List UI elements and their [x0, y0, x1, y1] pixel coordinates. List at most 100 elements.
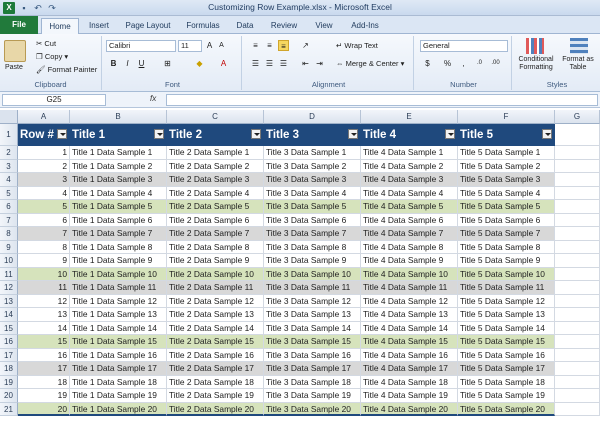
- row-header[interactable]: 13: [0, 294, 18, 308]
- column-header-b[interactable]: B: [70, 110, 167, 124]
- filter-dropdown-icon[interactable]: [445, 129, 455, 139]
- table-cell[interactable]: Title 1 Data Sample 5: [70, 200, 167, 214]
- row-number-cell[interactable]: 16: [18, 348, 70, 362]
- bold-button[interactable]: B: [108, 58, 119, 69]
- cell[interactable]: [555, 375, 600, 389]
- table-header-cell[interactable]: Title 3: [264, 124, 361, 146]
- cell[interactable]: [555, 213, 600, 227]
- function-icon[interactable]: fx: [150, 94, 156, 103]
- table-cell[interactable]: Title 2 Data Sample 1: [167, 146, 264, 160]
- grow-font-icon[interactable]: A: [204, 40, 215, 51]
- row-number-cell[interactable]: 10: [18, 267, 70, 281]
- cell[interactable]: [555, 294, 600, 308]
- table-cell[interactable]: Title 5 Data Sample 11: [458, 281, 555, 295]
- table-cell[interactable]: Title 3 Data Sample 16: [264, 348, 361, 362]
- cell[interactable]: [555, 146, 600, 160]
- tab-home[interactable]: Home: [41, 18, 79, 34]
- table-cell[interactable]: Title 3 Data Sample 3: [264, 173, 361, 187]
- cell[interactable]: [555, 267, 600, 281]
- column-header-c[interactable]: C: [167, 110, 264, 124]
- cell[interactable]: [555, 348, 600, 362]
- cell[interactable]: [555, 321, 600, 335]
- row-number-cell[interactable]: 5: [18, 200, 70, 214]
- table-cell[interactable]: Title 5 Data Sample 1: [458, 146, 555, 160]
- formula-input[interactable]: [166, 94, 598, 106]
- row-number-cell[interactable]: 17: [18, 362, 70, 376]
- row-header[interactable]: 17: [0, 348, 18, 362]
- wrap-text-button[interactable]: ↵ Wrap Text: [336, 41, 378, 50]
- percent-button[interactable]: %: [442, 58, 453, 69]
- number-format-select[interactable]: General: [420, 40, 508, 52]
- paste-button[interactable]: Paste: [5, 64, 23, 71]
- cell[interactable]: [555, 254, 600, 268]
- cell[interactable]: [555, 227, 600, 241]
- filter-dropdown-icon[interactable]: [154, 129, 164, 139]
- table-cell[interactable]: Title 4 Data Sample 17: [361, 362, 458, 376]
- tab-page-layout[interactable]: Page Layout: [120, 18, 176, 34]
- cell[interactable]: [555, 159, 600, 173]
- table-cell[interactable]: Title 5 Data Sample 8: [458, 240, 555, 254]
- italic-button[interactable]: I: [122, 58, 133, 69]
- row-number-cell[interactable]: 4: [18, 186, 70, 200]
- table-cell[interactable]: Title 2 Data Sample 20: [167, 402, 264, 416]
- table-cell[interactable]: Title 5 Data Sample 19: [458, 389, 555, 403]
- table-cell[interactable]: Title 2 Data Sample 18: [167, 375, 264, 389]
- increase-decimal-icon[interactable]: .0: [474, 58, 485, 69]
- row-number-cell[interactable]: 11: [18, 281, 70, 295]
- cell[interactable]: [555, 335, 600, 349]
- table-cell[interactable]: Title 3 Data Sample 12: [264, 294, 361, 308]
- tab-formulas[interactable]: Formulas: [180, 18, 226, 34]
- table-cell[interactable]: Title 5 Data Sample 6: [458, 213, 555, 227]
- table-cell[interactable]: Title 4 Data Sample 20: [361, 402, 458, 416]
- table-header-cell[interactable]: Title 1: [70, 124, 167, 146]
- tab-file[interactable]: File: [0, 16, 38, 34]
- table-cell[interactable]: Title 4 Data Sample 13: [361, 308, 458, 322]
- align-bottom-icon[interactable]: ≡: [278, 40, 289, 51]
- table-cell[interactable]: Title 2 Data Sample 6: [167, 213, 264, 227]
- table-cell[interactable]: Title 2 Data Sample 19: [167, 389, 264, 403]
- row-header[interactable]: 11: [0, 267, 18, 281]
- row-number-cell[interactable]: 9: [18, 254, 70, 268]
- table-cell[interactable]: Title 1 Data Sample 7: [70, 227, 167, 241]
- table-cell[interactable]: Title 1 Data Sample 3: [70, 173, 167, 187]
- table-cell[interactable]: Title 5 Data Sample 16: [458, 348, 555, 362]
- row-number-cell[interactable]: 12: [18, 294, 70, 308]
- row-header[interactable]: 2: [0, 146, 18, 160]
- row-header[interactable]: 5: [0, 186, 18, 200]
- table-cell[interactable]: Title 3 Data Sample 14: [264, 321, 361, 335]
- table-cell[interactable]: Title 3 Data Sample 7: [264, 227, 361, 241]
- table-cell[interactable]: Title 3 Data Sample 17: [264, 362, 361, 376]
- table-cell[interactable]: Title 1 Data Sample 15: [70, 335, 167, 349]
- table-cell[interactable]: Title 4 Data Sample 11: [361, 281, 458, 295]
- table-cell[interactable]: Title 5 Data Sample 14: [458, 321, 555, 335]
- tab-data[interactable]: Data: [230, 18, 260, 34]
- row-header[interactable]: 20: [0, 389, 18, 403]
- row-header[interactable]: 15: [0, 321, 18, 335]
- table-cell[interactable]: Title 5 Data Sample 12: [458, 294, 555, 308]
- filter-dropdown-icon[interactable]: [348, 129, 358, 139]
- table-cell[interactable]: Title 1 Data Sample 9: [70, 254, 167, 268]
- table-cell[interactable]: Title 3 Data Sample 20: [264, 402, 361, 416]
- column-header-d[interactable]: D: [264, 110, 361, 124]
- table-cell[interactable]: Title 5 Data Sample 20: [458, 402, 555, 416]
- currency-button[interactable]: $: [422, 58, 433, 69]
- align-left-icon[interactable]: ☰: [250, 58, 261, 69]
- row-number-cell[interactable]: 19: [18, 389, 70, 403]
- table-cell[interactable]: Title 1 Data Sample 18: [70, 375, 167, 389]
- table-cell[interactable]: Title 5 Data Sample 10: [458, 267, 555, 281]
- table-cell[interactable]: Title 2 Data Sample 4: [167, 186, 264, 200]
- table-cell[interactable]: Title 4 Data Sample 10: [361, 267, 458, 281]
- row-header[interactable]: 4: [0, 173, 18, 187]
- row-header[interactable]: 16: [0, 335, 18, 349]
- table-cell[interactable]: Title 3 Data Sample 10: [264, 267, 361, 281]
- row-number-cell[interactable]: 8: [18, 240, 70, 254]
- row-header[interactable]: 10: [0, 254, 18, 268]
- cell[interactable]: [555, 200, 600, 214]
- tab-add-ins[interactable]: Add-Ins: [344, 18, 386, 34]
- table-cell[interactable]: Title 5 Data Sample 18: [458, 375, 555, 389]
- table-cell[interactable]: Title 5 Data Sample 17: [458, 362, 555, 376]
- conditional-formatting-icon[interactable]: [526, 38, 544, 54]
- table-cell[interactable]: Title 2 Data Sample 7: [167, 227, 264, 241]
- decrease-indent-icon[interactable]: ⇤: [300, 58, 311, 69]
- table-cell[interactable]: Title 4 Data Sample 8: [361, 240, 458, 254]
